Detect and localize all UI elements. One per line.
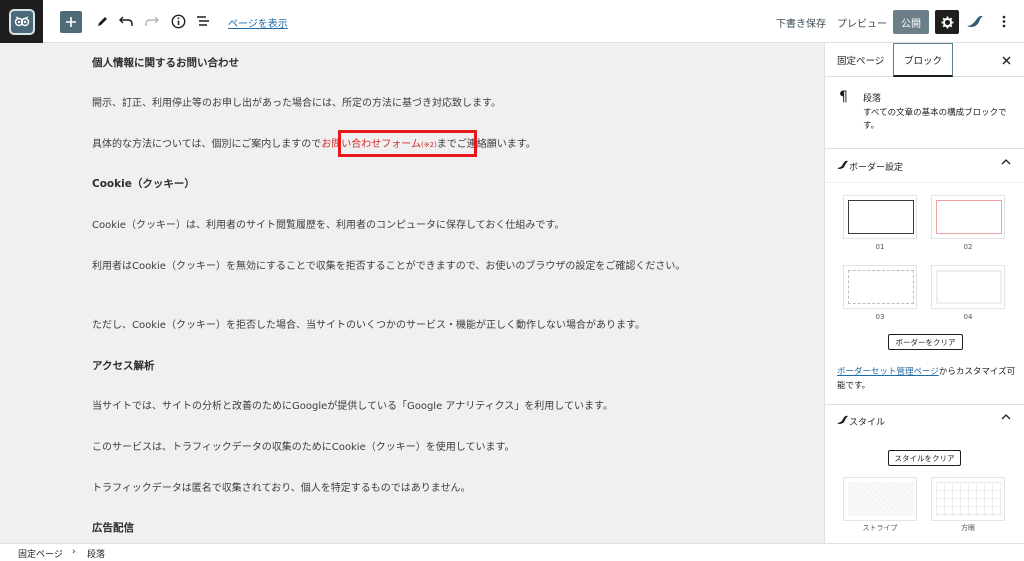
paragraph-text: 具体的な方法については、個別にご案内しますので [92, 139, 322, 150]
close-sidebar-button[interactable] [999, 53, 1013, 67]
settings-sidebar: 固定ページ ブロック ¶ 段落 すべての文章の基本の構成ブロックです。 ボーダー… [824, 43, 1024, 543]
undo-button[interactable] [118, 10, 134, 32]
border-set-manage-link[interactable]: ボーダーセット管理ページ [837, 367, 939, 377]
undo-icon [119, 16, 133, 26]
list-view-button[interactable] [194, 10, 212, 32]
border-option-01[interactable] [843, 195, 917, 239]
paragraph-block[interactable]: ただし、Cookie（クッキー）を拒否した場合、当サイトのいくつかのサービス・機… [92, 316, 722, 335]
gear-icon [941, 16, 953, 28]
border-option-label: 04 [963, 313, 973, 321]
block-title: 段落 [863, 94, 882, 104]
owl-logo-icon [8, 8, 35, 35]
border-panel-toggle[interactable]: ボーダー設定 [825, 149, 1024, 183]
block-description: すべての文章の基本の構成ブロックです。 [863, 108, 1007, 131]
heading-privacy-inquiry[interactable]: 個人情報に関するお問い合わせ [92, 54, 722, 73]
settings-button[interactable] [935, 10, 959, 34]
paragraph-block[interactable]: 当サイトでは、サイトの分析と改善のためにGoogleが提供している「Google… [92, 397, 722, 416]
chevron-up-icon [1001, 159, 1011, 165]
tab-block[interactable]: ブロック [893, 43, 954, 77]
highlight-annotation [338, 130, 477, 157]
border-preview-solid [848, 200, 914, 234]
border-panel-title: ボーダー設定 [849, 163, 904, 173]
style-option-stripe[interactable] [843, 477, 917, 521]
plugin-button[interactable] [965, 10, 985, 32]
redo-button[interactable] [144, 10, 160, 32]
style-option-label: ストライプ [862, 524, 898, 532]
border-set-note: ボーダーセット管理ページからカスタマイズ可能です。 [837, 365, 1017, 393]
style-panel-title: スタイル [849, 418, 886, 428]
border-option-label: 01 [875, 243, 885, 251]
edit-tool-button[interactable] [94, 10, 110, 32]
preview-button[interactable]: プレビュー [837, 15, 887, 30]
site-logo[interactable] [0, 0, 43, 43]
border-option-label: 03 [875, 313, 885, 321]
sidebar-tabs: 固定ページ ブロック [825, 43, 1024, 77]
info-icon [171, 14, 185, 28]
swallow-icon [837, 415, 848, 424]
heading-cookie[interactable]: Cookie（クッキー） [92, 175, 722, 194]
options-menu-button[interactable] [997, 10, 1011, 32]
swallow-icon [837, 160, 848, 169]
breadcrumb-item-paragraph[interactable]: 段落 [87, 547, 105, 560]
editor-canvas: 個人情報に関するお問い合わせ 開示、訂正、利用停止等のお申し出があった場合には、… [0, 43, 824, 543]
block-card: ¶ 段落 すべての文章の基本の構成ブロックです。 [825, 77, 1024, 149]
close-icon [1002, 56, 1010, 64]
add-block-button[interactable] [60, 11, 82, 33]
border-preview-dashed [848, 270, 914, 304]
paragraph-icon: ¶ [839, 89, 848, 105]
grid-preview [936, 482, 1002, 516]
paragraph-block[interactable]: Cookie（クッキー）は、利用者のサイト閲覧履歴を、利用者のコンピュータに保存… [92, 216, 722, 235]
border-option-03[interactable] [843, 265, 917, 309]
style-panel-toggle[interactable]: スタイル [825, 404, 1024, 438]
heading-analytics[interactable]: アクセス解析 [92, 357, 722, 376]
pencil-icon [97, 16, 107, 26]
tab-page[interactable]: 固定ページ [837, 43, 884, 77]
details-button[interactable] [169, 10, 187, 32]
swallow-icon [967, 15, 983, 27]
border-option-04[interactable] [931, 265, 1005, 309]
paragraph-block[interactable]: トラフィックデータは匿名で収集されており、個人を特定するものではありません。 [92, 479, 722, 498]
border-preview-double [936, 270, 1002, 304]
breadcrumb-item-page[interactable]: 固定ページ [18, 547, 63, 560]
border-preview-red [936, 200, 1002, 234]
block-breadcrumb: 固定ページ › 段落 [0, 543, 1024, 561]
more-vertical-icon [1002, 15, 1006, 27]
chevron-up-icon [1001, 414, 1011, 420]
clear-border-button[interactable]: ボーダーをクリア [888, 334, 963, 350]
stripe-preview [848, 482, 914, 516]
editor-toolbar: ページを表示 下書き保存 プレビュー 公開 [0, 0, 1024, 43]
border-option-label: 02 [963, 243, 973, 251]
border-option-02[interactable] [931, 195, 1005, 239]
view-page-link[interactable]: ページを表示 [228, 15, 288, 30]
list-view-icon [197, 16, 209, 26]
paragraph-block[interactable]: 利用者はCookie（クッキー）を無効にすることで収集を拒否することができますの… [92, 257, 722, 276]
style-option-label: 方眼 [961, 524, 975, 532]
redo-icon [145, 16, 159, 26]
paragraph-block[interactable]: このサービスは、トラフィックデータの収集のためにCookie（クッキー）を使用し… [92, 438, 722, 457]
paragraph-block[interactable]: 開示、訂正、利用停止等のお申し出があった場合には、所定の方法に基づき対応致します… [92, 94, 722, 113]
clear-style-button[interactable]: スタイルをクリア [888, 450, 961, 466]
publish-button[interactable]: 公開 [893, 10, 929, 34]
plus-icon [66, 17, 76, 27]
save-draft-button[interactable]: 下書き保存 [776, 15, 826, 30]
breadcrumb-separator: › [72, 547, 76, 557]
style-option-grid[interactable] [931, 477, 1005, 521]
heading-ads[interactable]: 広告配信 [92, 519, 722, 538]
